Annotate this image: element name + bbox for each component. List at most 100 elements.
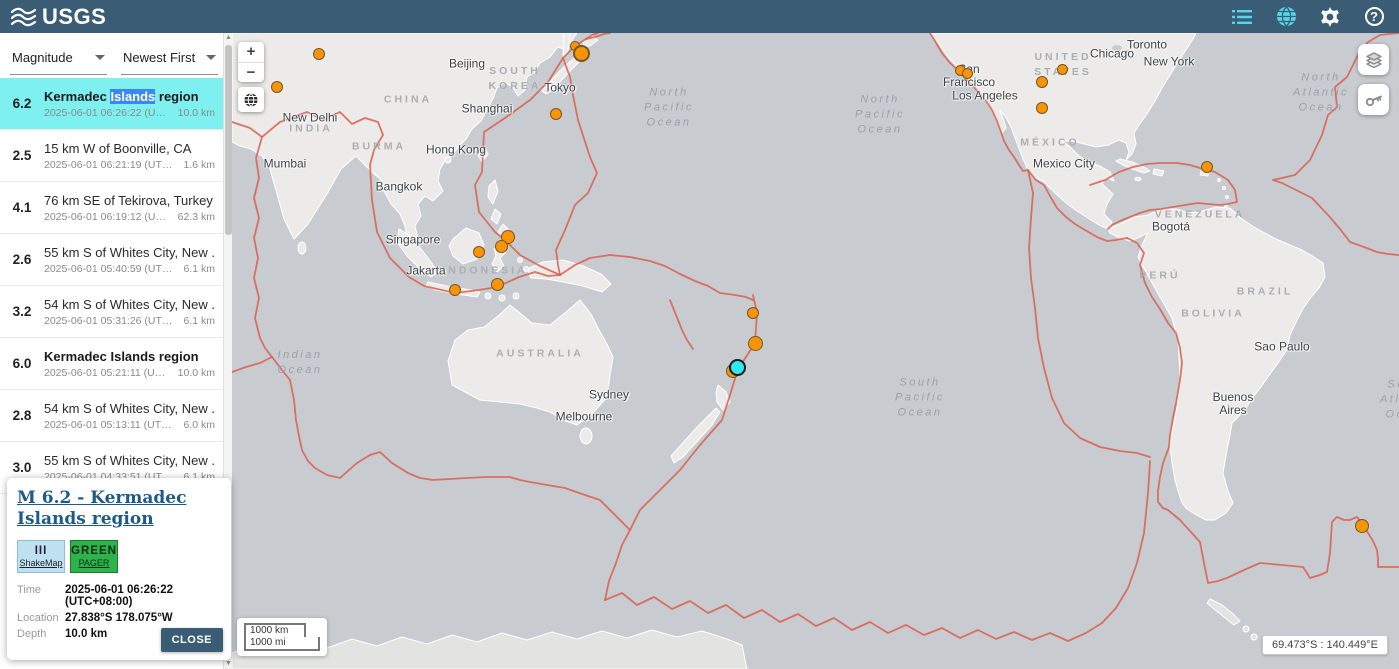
event-location-title: Kermadec Islands region — [44, 349, 215, 364]
list-item[interactable]: 2.854 km S of Whites City, New ...2025-0… — [0, 390, 223, 442]
scale-km: 1000 km — [244, 623, 306, 637]
reset-view-button[interactable] — [238, 87, 264, 112]
event-depth: 6.1 km — [183, 263, 215, 275]
earthquake-marker[interactable] — [1036, 76, 1048, 88]
selected-earthquake-marker[interactable] — [729, 359, 746, 376]
time-label: Time — [17, 582, 65, 610]
location-value: 27.838°S 178.075°W — [65, 610, 221, 626]
settings-gear-icon[interactable] — [1319, 6, 1341, 28]
time-value: 2025-06-01 06:26:22 (UTC+08:00) — [65, 582, 221, 610]
usgs-logo[interactable]: USGS — [10, 4, 106, 30]
event-location-title: 55 km S of Whites City, New ... — [44, 245, 215, 260]
earthquake-marker[interactable] — [1201, 161, 1213, 173]
earthquake-detail-popup: M 6.2 - Kermadec Islands region III Shak… — [7, 478, 231, 660]
depth-label: Depth — [17, 626, 65, 642]
list-item[interactable]: 3.254 km S of Whites City, New ... 2025-0… — [0, 286, 223, 338]
event-time: 2025-06-01 06:21:19 (UTC+08:00) — [44, 159, 173, 171]
usgs-logo-text: USGS — [42, 4, 106, 30]
earthquake-marker[interactable] — [491, 278, 504, 291]
shakemap-badge[interactable]: III ShakeMap — [17, 540, 65, 573]
event-location-title: 76 km SE of Tekirova, Turkey — [44, 193, 215, 208]
event-time: 2025-06-01 06:19:12 (UTC+08:00) — [44, 211, 168, 223]
event-badges: III ShakeMap GREEN PAGER — [17, 540, 221, 573]
event-depth: 10.0 km — [178, 107, 215, 119]
earthquake-marker[interactable] — [747, 307, 759, 319]
event-time: 2025-06-01 05:21:11 (UTC+08:00) — [44, 367, 168, 379]
layers-icon — [1364, 50, 1384, 70]
zoom-out-button[interactable]: − — [238, 62, 264, 82]
event-time: 2025-06-01 05:31:26 (UTC+08:00) — [44, 315, 173, 327]
location-label: Location — [17, 610, 65, 626]
layers-button[interactable] — [1358, 44, 1389, 75]
magnitude-value: 2.8 — [0, 408, 44, 423]
map-key-button[interactable] — [1358, 84, 1389, 115]
cursor-coordinates: 69.473°S : 140.449°E — [1262, 635, 1388, 655]
earthquake-marker[interactable] — [313, 48, 325, 60]
usgs-latest-earthquakes-app: North Pacific OceanNorth Pacific OceanIn… — [0, 0, 1399, 669]
earthquake-marker[interactable] — [550, 108, 562, 120]
list-filters: Magnitude Newest First — [0, 33, 232, 75]
help-icon[interactable]: ? — [1363, 6, 1385, 28]
magnitude-value: 3.0 — [0, 460, 44, 475]
top-header-bar: USGS ? — [0, 0, 1399, 33]
land-australia — [448, 300, 613, 425]
scrollbar-thumb[interactable] — [225, 45, 232, 235]
land-north-america — [930, 33, 1196, 229]
map-globe-icon[interactable] — [1275, 6, 1297, 28]
highlighted-text: Islands — [110, 89, 155, 104]
chevron-down-icon — [206, 55, 216, 60]
earthquake-marker[interactable] — [1036, 102, 1048, 114]
magnitude-value: 3.2 — [0, 304, 44, 319]
key-icon — [1364, 90, 1384, 110]
scroll-down-arrow[interactable]: ▼ — [224, 659, 233, 669]
list-item[interactable]: 6.2Kermadec Islands region 2025-06-01 06:… — [0, 78, 223, 130]
usgs-wave-icon — [10, 6, 38, 28]
magnitude-value: 6.0 — [0, 356, 44, 371]
world-map[interactable]: North Pacific OceanNorth Pacific OceanIn… — [232, 33, 1399, 669]
event-depth: 1.6 km — [183, 159, 215, 171]
list-item[interactable]: 2.515 km W of Boonville, CA2025-06-01 06… — [0, 130, 223, 182]
land-asia — [232, 33, 577, 246]
earthquake-list-icon[interactable] — [1231, 6, 1253, 28]
earthquake-marker[interactable] — [748, 336, 763, 351]
map-scale: 1000 km 1000 mi — [237, 618, 327, 656]
scroll-up-arrow[interactable]: ▲ — [224, 33, 233, 43]
map-zoom-control: + − — [238, 42, 264, 82]
close-button[interactable]: CLOSE — [161, 628, 223, 652]
earthquake-marker[interactable] — [449, 284, 461, 296]
earthquake-marker[interactable] — [495, 240, 508, 253]
earthquake-marker[interactable] — [473, 246, 485, 258]
basemap-land-and-plates — [232, 33, 1399, 669]
event-location-title: Kermadec Islands region — [44, 89, 215, 104]
magnitude-value: 2.6 — [0, 252, 44, 267]
event-depth: 6.1 km — [183, 315, 215, 327]
magnitude-filter-select[interactable]: Magnitude — [10, 42, 107, 75]
land-south-america — [1108, 207, 1325, 520]
event-time: 2025-06-01 05:13:11 (UTC+08:00) — [44, 419, 173, 431]
magnitude-value: 6.2 — [0, 96, 44, 111]
event-time: 2025-06-01 05:40:59 (UTC+08:00) — [44, 263, 173, 275]
list-item[interactable]: 4.176 km SE of Tekirova, Turkey2025-06-0… — [0, 182, 223, 234]
event-time: 2025-06-01 06:26:22 (UTC+08:00) — [44, 107, 168, 119]
earthquake-marker[interactable] — [1355, 519, 1369, 533]
magnitude-value: 2.5 — [0, 148, 44, 163]
earthquake-marker[interactable] — [271, 81, 283, 93]
event-location-title: 54 km S of Whites City, New ... — [44, 297, 215, 312]
event-depth: 10.0 km — [178, 367, 215, 379]
list-item[interactable]: 6.0Kermadec Islands region 2025-06-01 05:… — [0, 338, 223, 390]
zoom-in-button[interactable]: + — [238, 42, 264, 62]
list-item[interactable]: 2.655 km S of Whites City, New ... 2025-0… — [0, 234, 223, 286]
sort-order-select[interactable]: Newest First — [121, 42, 218, 75]
chevron-down-icon — [95, 55, 105, 60]
event-title-link[interactable]: M 6.2 - Kermadec Islands region — [17, 488, 221, 531]
earthquake-marker[interactable] — [1057, 64, 1068, 75]
earthquake-marker[interactable] — [962, 68, 973, 79]
event-depth: 6.0 km — [183, 419, 215, 431]
pager-badge[interactable]: GREEN PAGER — [70, 540, 118, 573]
event-depth: 62.3 km — [178, 211, 215, 223]
earthquake-marker[interactable] — [573, 45, 590, 62]
globe-icon — [243, 92, 259, 108]
event-location-title: 55 km S of Whites City, New ... — [44, 453, 215, 468]
scale-mi: 1000 mi — [244, 637, 320, 651]
header-icons: ? — [1231, 6, 1385, 28]
